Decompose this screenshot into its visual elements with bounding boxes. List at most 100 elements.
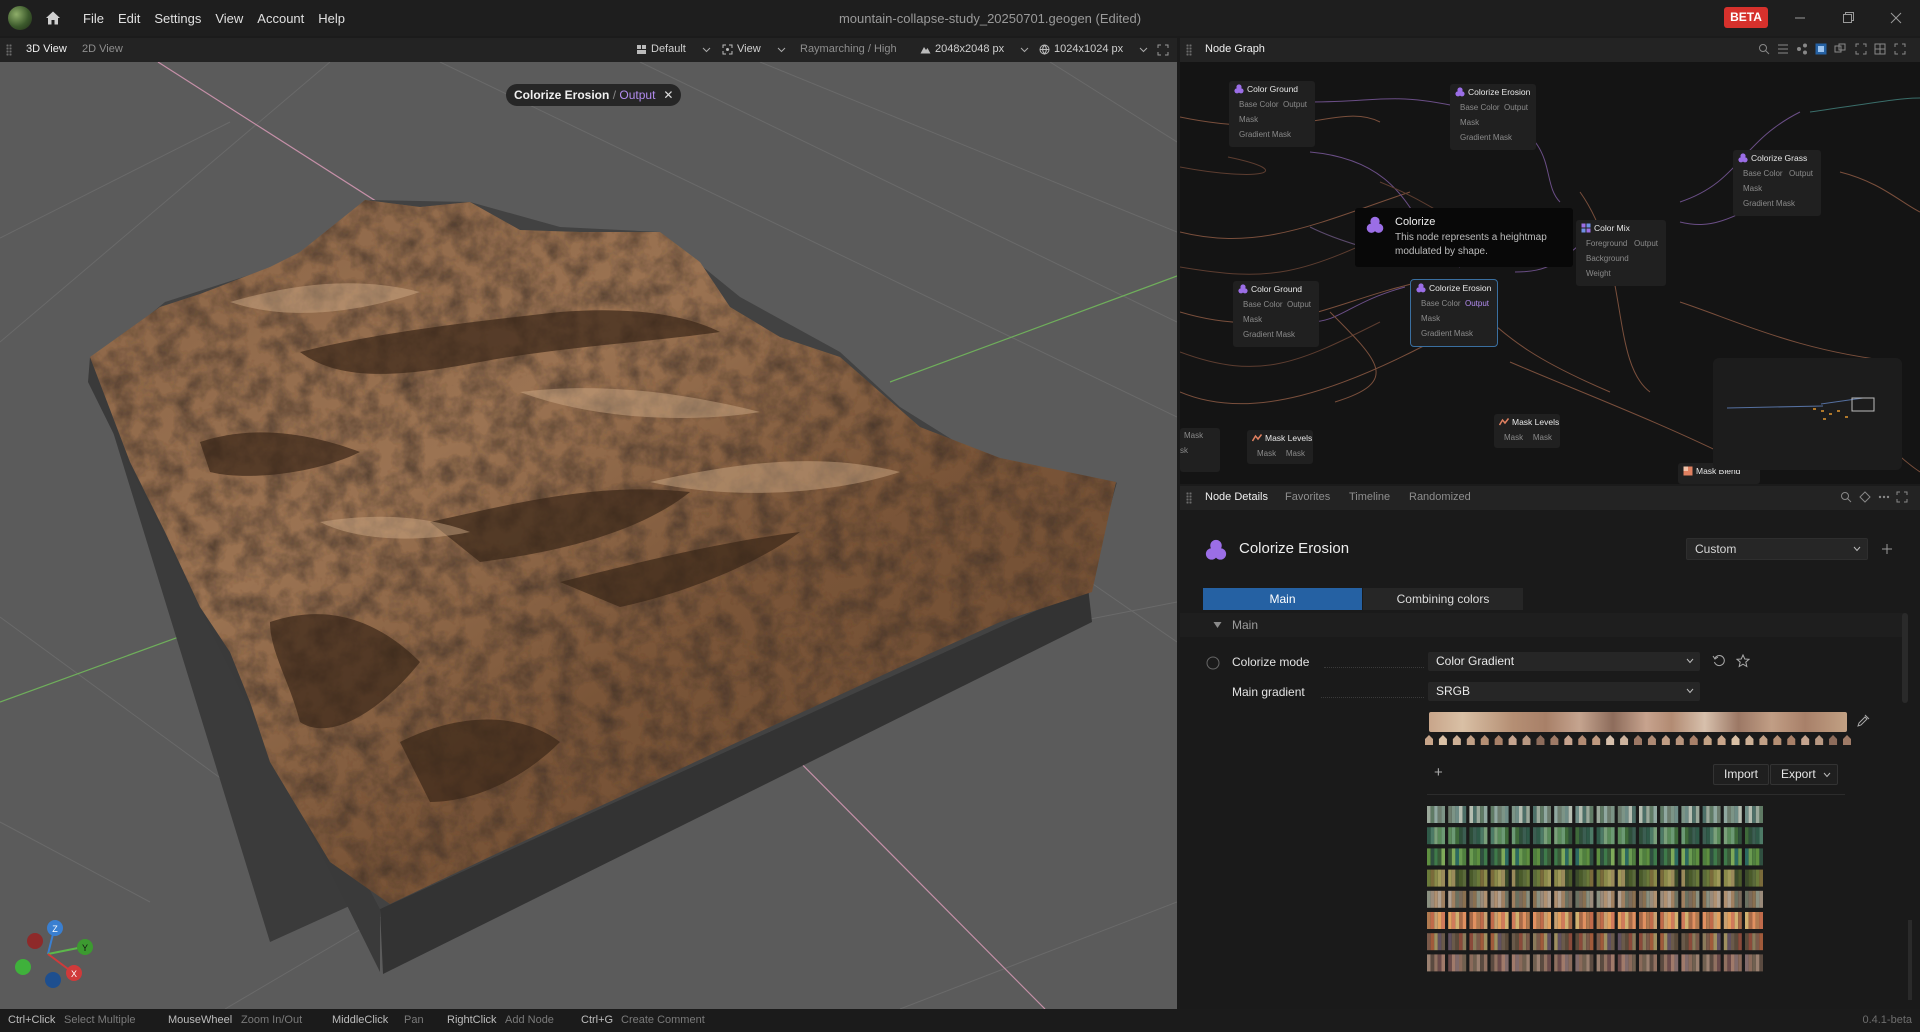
graph-node-color-ground[interactable]: Color Ground Base Color Output Mask Gradi… bbox=[1229, 81, 1315, 147]
menu-edit[interactable]: Edit bbox=[111, 11, 147, 26]
gradient-preset-swatch[interactable] bbox=[1660, 827, 1679, 845]
node-port[interactable]: Gradient Mask bbox=[1233, 327, 1319, 342]
node-port[interactable]: Gradient Mask bbox=[1229, 127, 1315, 142]
gradient-preset-swatch[interactable] bbox=[1660, 890, 1679, 908]
gradient-preset-swatch[interactable] bbox=[1702, 890, 1721, 908]
gradient-stop-marker[interactable] bbox=[1425, 735, 1433, 745]
node-output-port[interactable]: Output bbox=[1465, 296, 1489, 311]
gradient-preset-swatch[interactable] bbox=[1511, 869, 1530, 887]
gradient-stop-marker[interactable] bbox=[1578, 735, 1587, 745]
gradient-preset-swatch[interactable] bbox=[1427, 912, 1445, 929]
gradient-preset-swatch[interactable] bbox=[1639, 827, 1657, 845]
gradient-preset-swatch[interactable] bbox=[1427, 869, 1445, 887]
gradient-stop-marker[interactable] bbox=[1606, 735, 1615, 745]
gradient-preset-swatch[interactable] bbox=[1596, 869, 1615, 887]
tab-timeline[interactable]: Timeline bbox=[1349, 491, 1390, 503]
gradient-preset-swatch[interactable] bbox=[1533, 954, 1551, 972]
gradient-stop-marker[interactable] bbox=[1773, 735, 1782, 745]
gradient-preset-swatch[interactable] bbox=[1723, 827, 1742, 845]
gradient-stop-marker[interactable] bbox=[1801, 735, 1810, 745]
gradient-preset-swatch[interactable] bbox=[1554, 890, 1573, 908]
gradient-preset-swatch[interactable] bbox=[1511, 806, 1530, 823]
gradient-preset-swatch[interactable] bbox=[1554, 933, 1573, 951]
gradient-preset-swatch[interactable] bbox=[1533, 848, 1551, 866]
gradient-preset-swatch[interactable] bbox=[1639, 848, 1657, 866]
gradient-preset-swatch[interactable] bbox=[1427, 827, 1445, 845]
gradient-preset-swatch[interactable] bbox=[1575, 848, 1594, 866]
main-gradient-select[interactable]: SRGB bbox=[1428, 682, 1700, 701]
node-port[interactable]: Weight bbox=[1576, 266, 1666, 281]
gradient-preset-swatch[interactable] bbox=[1427, 933, 1445, 951]
node-port[interactable]: Mask bbox=[1450, 115, 1536, 130]
gradient-preset-swatch[interactable] bbox=[1533, 806, 1551, 823]
node-port[interactable]: Base Color Output bbox=[1233, 297, 1319, 312]
tab-node-details[interactable]: Node Details bbox=[1205, 491, 1268, 503]
add-preset-icon[interactable] bbox=[1881, 543, 1893, 555]
gradient-stop-marker[interactable] bbox=[1536, 735, 1545, 745]
gradient-preset-swatch[interactable] bbox=[1702, 806, 1721, 823]
gradient-preset-swatch[interactable] bbox=[1723, 806, 1742, 823]
neg-y-axis-dot[interactable] bbox=[15, 959, 31, 975]
tab-favorites[interactable]: Favorites bbox=[1285, 491, 1330, 503]
node-output-port[interactable]: Output bbox=[1283, 97, 1307, 112]
gradient-preset-swatch[interactable] bbox=[1554, 912, 1573, 929]
gradient-preset-swatch[interactable] bbox=[1639, 912, 1657, 929]
node-port[interactable]: Background bbox=[1576, 251, 1666, 266]
gradient-preset-swatch[interactable] bbox=[1511, 848, 1530, 866]
gradient-preset-swatch[interactable] bbox=[1681, 912, 1700, 929]
subtab-combining-colors[interactable]: Combining colors bbox=[1363, 588, 1523, 610]
gradient-preset-swatch[interactable] bbox=[1745, 848, 1763, 866]
gradient-preset-swatch[interactable] bbox=[1745, 890, 1763, 908]
gradient-stop-marker[interactable] bbox=[1508, 735, 1517, 745]
gradient-preset-swatch[interactable] bbox=[1681, 806, 1700, 823]
node-output-port[interactable]: Output bbox=[1789, 166, 1813, 181]
gradient-preset-swatch[interactable] bbox=[1702, 933, 1721, 951]
close-icon[interactable]: ✕ bbox=[663, 84, 673, 106]
gradient-stop-marker[interactable] bbox=[1829, 735, 1838, 745]
gradient-preset-swatch[interactable] bbox=[1575, 890, 1594, 908]
graph-node-colorize-erosion-selected[interactable]: Colorize Erosion Base Color Output Mask G… bbox=[1410, 279, 1498, 347]
layout-toggle-icon[interactable] bbox=[1815, 43, 1827, 55]
node-port[interactable]: Mask bbox=[1411, 311, 1497, 326]
gradient-preset-swatch[interactable] bbox=[1639, 869, 1657, 887]
gradient-preset-swatch[interactable] bbox=[1745, 912, 1763, 929]
gradient-preset-swatch[interactable] bbox=[1469, 869, 1488, 887]
gradient-preset-swatch[interactable] bbox=[1596, 954, 1615, 972]
tab-2d-view[interactable]: 2D View bbox=[82, 43, 123, 55]
gradient-preset-swatch[interactable] bbox=[1681, 954, 1700, 972]
gradient-stops[interactable] bbox=[1423, 734, 1855, 748]
graph-node-mask-levels[interactable]: Mask Levels Mask Mask bbox=[1247, 430, 1313, 464]
reset-icon[interactable] bbox=[1712, 654, 1726, 668]
add-gradient-button[interactable]: + bbox=[1434, 764, 1443, 781]
gradient-preset-swatch[interactable] bbox=[1490, 890, 1509, 908]
gradient-preset-swatch[interactable] bbox=[1723, 954, 1742, 972]
gradient-preset-swatch[interactable] bbox=[1596, 848, 1615, 866]
restore-icon[interactable] bbox=[1838, 8, 1858, 28]
node-port[interactable]: Gradient Mask bbox=[1411, 326, 1497, 341]
menu-account[interactable]: Account bbox=[250, 11, 311, 26]
gradient-preset-swatch[interactable] bbox=[1617, 827, 1636, 845]
graph-node-color-mix[interactable]: Color Mix Foreground Output Background We… bbox=[1576, 220, 1666, 286]
gradient-preset-swatch[interactable] bbox=[1681, 933, 1700, 951]
gradient-preset-swatch[interactable] bbox=[1490, 933, 1509, 951]
chevron-down-icon[interactable] bbox=[1139, 46, 1148, 54]
breadcrumb-node[interactable]: Colorize Erosion bbox=[514, 88, 609, 102]
gradient-preset-swatch[interactable] bbox=[1490, 954, 1509, 972]
gradient-preset-swatch[interactable] bbox=[1511, 890, 1530, 908]
gradient-preset-swatch[interactable] bbox=[1723, 912, 1742, 929]
gradient-preset-swatch[interactable] bbox=[1596, 827, 1615, 845]
subtab-main[interactable]: Main bbox=[1203, 588, 1362, 610]
gradient-preset-swatch[interactable] bbox=[1745, 827, 1763, 845]
gradient-preset-swatch[interactable] bbox=[1723, 869, 1742, 887]
node-output-port[interactable]: Output bbox=[1504, 100, 1528, 115]
fullscreen-icon[interactable] bbox=[1894, 43, 1906, 55]
node-port[interactable]: Mask bbox=[1233, 312, 1319, 327]
gradient-preset-swatch[interactable] bbox=[1554, 869, 1573, 887]
camera-preset-select[interactable]: Default bbox=[636, 43, 686, 55]
node-port[interactable]: Gradient Mask bbox=[1733, 196, 1821, 211]
gradient-preset-swatch[interactable] bbox=[1448, 869, 1467, 887]
gradient-preset-swatch[interactable] bbox=[1702, 954, 1721, 972]
gradient-preset-swatch[interactable] bbox=[1681, 890, 1700, 908]
gradient-stop-marker[interactable] bbox=[1731, 735, 1740, 745]
gradient-stop-marker[interactable] bbox=[1634, 735, 1642, 745]
